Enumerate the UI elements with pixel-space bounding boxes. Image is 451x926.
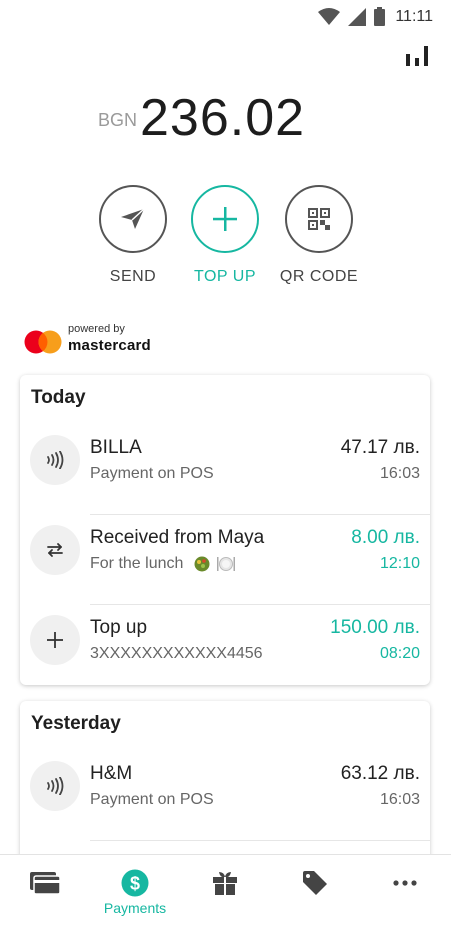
- section-title-yesterday: Yesterday: [31, 713, 121, 734]
- top-up-button[interactable]: TOP UP: [180, 185, 270, 286]
- top-up-circle[interactable]: [191, 185, 259, 253]
- battery-icon: [374, 7, 386, 26]
- stats-bar-chart-icon[interactable]: [405, 44, 429, 66]
- signal-icon: [348, 7, 367, 26]
- balance-amount: 236.02: [140, 89, 306, 147]
- transaction-description: 3XXXXXXXXXXXX4456: [90, 645, 263, 662]
- nav-item-payments[interactable]: $ Payments: [90, 855, 180, 926]
- powered-by-label: powered by: [68, 323, 125, 335]
- mastercard-text: powered by mastercard: [68, 324, 151, 354]
- transfer-arrows-icon: [47, 543, 63, 557]
- wifi-icon: [318, 7, 341, 25]
- dollar-circle-icon: $: [121, 869, 149, 897]
- transaction-amount: 150.00 лв.: [330, 617, 420, 638]
- cards-icon: [30, 872, 60, 894]
- transaction-time: 16:03: [379, 465, 420, 482]
- status-time: 11:11: [395, 7, 433, 25]
- plate-cutlery-emoji-icon: [217, 556, 236, 571]
- send-icon: [121, 208, 145, 229]
- contactless-icon: [47, 451, 64, 469]
- transaction-time: 08:20: [379, 645, 420, 662]
- contactless-icon: [47, 777, 64, 795]
- transaction-name: Top up: [90, 617, 148, 638]
- status-icons: 11:11: [318, 7, 433, 26]
- transaction-amount: 47.17 лв.: [340, 437, 420, 458]
- top-up-label: TOP UP: [194, 268, 256, 285]
- nav-label-payments: Payments: [103, 900, 167, 916]
- transaction-row[interactable]: Received from Maya For the lunch 8.00 лв…: [20, 515, 430, 605]
- transaction-icon: [30, 525, 80, 575]
- row-divider: [90, 840, 430, 841]
- transaction-row[interactable]: Top up 3XXXXXXXXXXXX4456 150.00 лв. 08:2…: [20, 605, 430, 685]
- transaction-description: Payment on POS: [90, 465, 214, 482]
- transaction-time: 12:10: [379, 555, 420, 572]
- today-transactions-card: Today BILLA Payment on POS 47.17 лв. 16:…: [20, 375, 430, 685]
- transaction-icon: [30, 435, 80, 485]
- tag-icon: [303, 871, 327, 895]
- transaction-name: BILLA: [90, 437, 142, 458]
- nav-item-gifts[interactable]: [180, 855, 270, 926]
- mastercard-brand: mastercard: [68, 337, 151, 354]
- transaction-row[interactable]: H&M Payment on POS 63.12 лв. 16:03: [20, 751, 430, 841]
- salad-emoji-icon: [194, 556, 210, 572]
- send-label: SEND: [109, 268, 157, 285]
- transaction-description: Payment on POS: [90, 791, 214, 808]
- status-bar: 11:11: [0, 0, 451, 34]
- transaction-icon: [30, 615, 80, 665]
- transaction-description: For the lunch: [90, 555, 184, 572]
- svg-text:$: $: [130, 874, 140, 894]
- transaction-amount: 63.12 лв.: [340, 763, 420, 784]
- transaction-icon: [30, 761, 80, 811]
- qr-code-circle[interactable]: [285, 185, 353, 253]
- more-dots-icon: [393, 880, 417, 886]
- qr-code-button[interactable]: QR CODE: [274, 185, 364, 286]
- section-title-today: Today: [31, 387, 86, 408]
- nav-item-more[interactable]: [360, 855, 450, 926]
- balance-currency: BGN: [98, 110, 138, 130]
- transaction-amount: 8.00 лв.: [351, 527, 420, 548]
- mastercard-logo-icon: [24, 330, 62, 354]
- plus-icon: [213, 207, 237, 231]
- nav-item-offers[interactable]: [270, 855, 360, 926]
- transaction-name: H&M: [90, 763, 133, 784]
- plus-icon: [47, 632, 63, 648]
- send-circle[interactable]: [99, 185, 167, 253]
- transaction-description-row: For the lunch: [90, 555, 236, 573]
- transaction-time: 16:03: [379, 791, 420, 808]
- bottom-navigation: $ Payments: [0, 854, 451, 926]
- mastercard-badge: powered by mastercard: [24, 324, 151, 354]
- nav-item-cards[interactable]: [0, 855, 90, 926]
- gift-icon: [213, 872, 237, 895]
- transaction-name: Received from Maya: [90, 527, 265, 548]
- qr-code-label: QR CODE: [279, 268, 359, 285]
- send-button[interactable]: SEND: [88, 185, 178, 286]
- qr-code-icon: [308, 208, 330, 230]
- transaction-row[interactable]: BILLA Payment on POS 47.17 лв. 16:03: [20, 425, 430, 515]
